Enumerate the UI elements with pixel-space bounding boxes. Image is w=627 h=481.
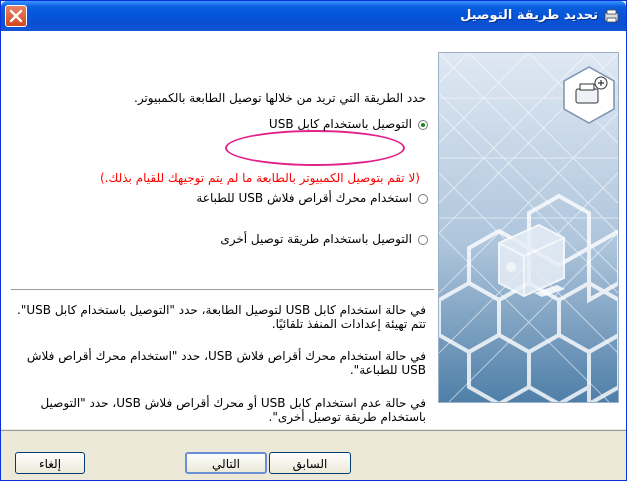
title-bar: تحديد طريقة التوصيل <box>1 1 626 31</box>
warning-text: (لا تقم بتوصيل الكمبيوتر بالطابعة ما لم … <box>99 171 420 185</box>
radio-usb-cable[interactable] <box>418 119 428 130</box>
printer-graphic <box>439 53 618 402</box>
dialog-window: تحديد طريقة التوصيل حدد الطريقة التي تري… <box>0 0 627 481</box>
description-other-method: في حالة عدم استخدام كابل USB أو محرك أقر… <box>40 396 426 424</box>
back-button[interactable]: السابق <box>269 452 351 474</box>
close-icon <box>9 9 23 23</box>
decorative-sidebar-image <box>438 52 619 403</box>
option-usb-flash[interactable]: استخدام محرك أقراص فلاش USB للطباعة <box>196 191 428 205</box>
highlight-ellipse <box>225 130 405 166</box>
instruction-text: حدد الطريقة التي تريد من خلالها توصيل ال… <box>134 91 426 105</box>
option-usb-cable[interactable]: التوصيل باستخدام كابل USB <box>269 117 428 131</box>
app-icon <box>604 9 619 23</box>
close-button[interactable] <box>5 5 27 27</box>
option-usb-flash-label: استخدام محرك أقراص فلاش USB للطباعة <box>196 191 412 205</box>
next-button[interactable]: التالي <box>185 452 267 474</box>
option-usb-cable-label: التوصيل باستخدام كابل USB <box>268 117 412 131</box>
cancel-button[interactable]: إلغاء <box>15 452 85 474</box>
window-title: تحديد طريقة التوصيل <box>460 8 598 23</box>
description-usb-cable: في حالة استخدام كابل USB لتوصيل الطابعة،… <box>17 303 426 331</box>
section-divider <box>11 289 434 290</box>
button-bar-divider <box>1 430 626 431</box>
description-usb-flash: في حالة استخدام محرك أقراص فلاش USB، حدد… <box>26 349 426 377</box>
radio-usb-flash[interactable] <box>418 193 428 204</box>
option-other-method[interactable]: التوصيل باستخدام طريقة توصيل أخرى <box>220 232 428 246</box>
radio-other-method[interactable] <box>418 234 428 245</box>
option-other-method-label: التوصيل باستخدام طريقة توصيل أخرى <box>220 232 412 246</box>
